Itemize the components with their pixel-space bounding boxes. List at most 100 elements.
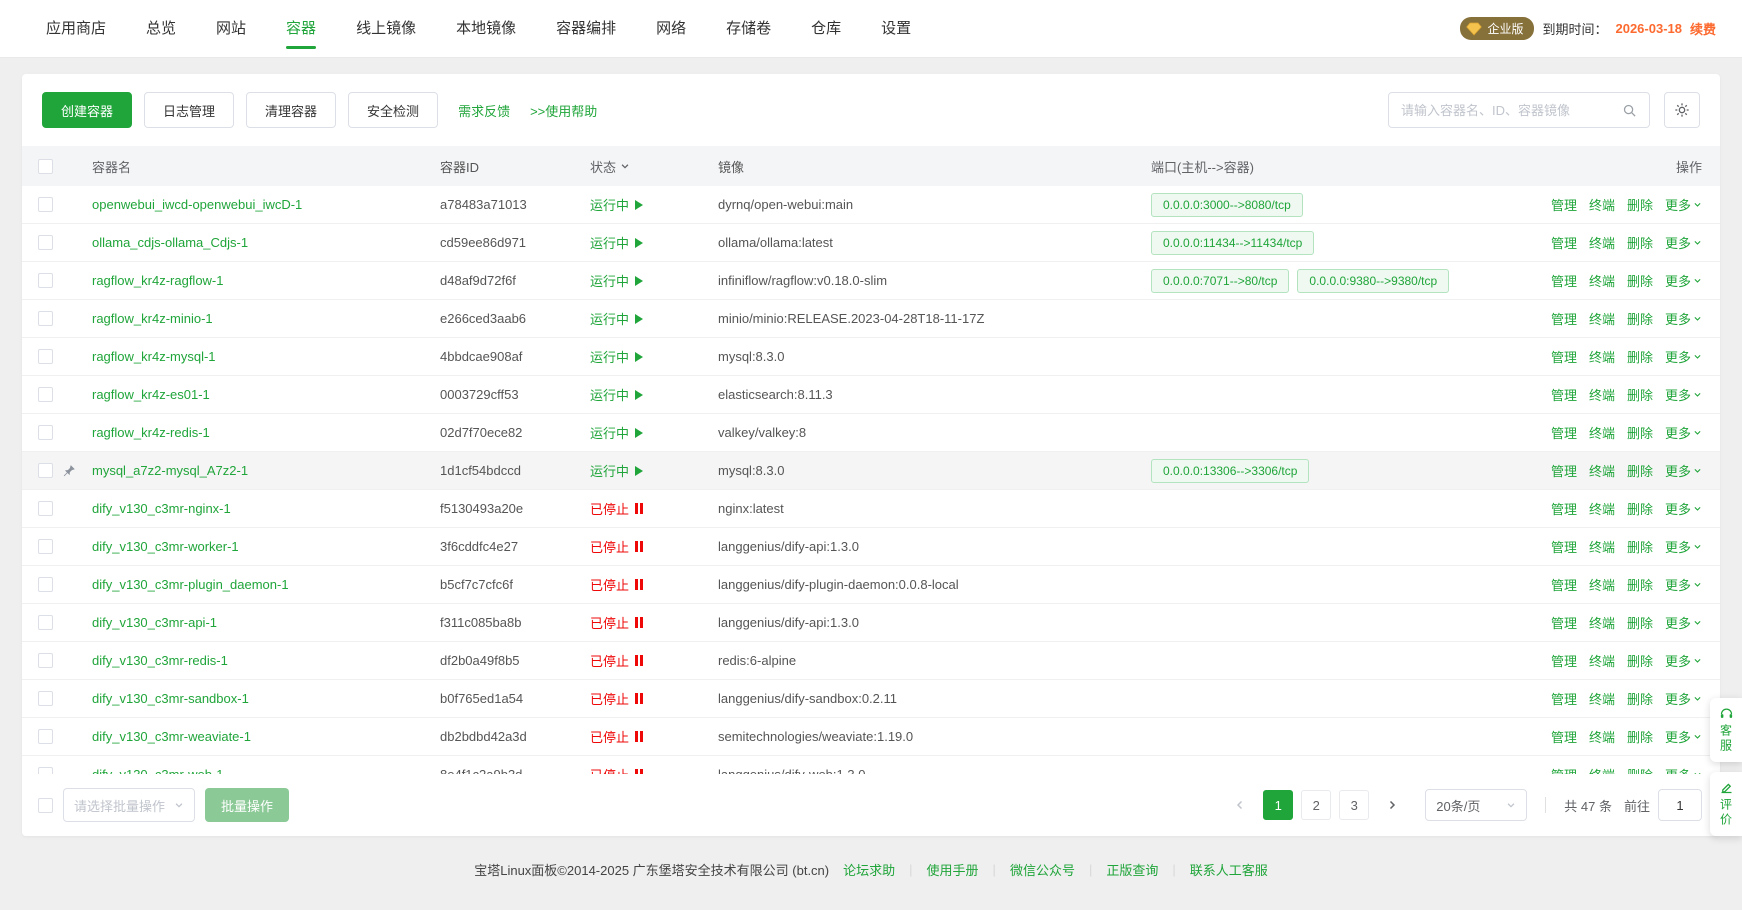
delete-link[interactable]: 删除 xyxy=(1627,461,1653,480)
more-link[interactable]: 更多 xyxy=(1665,347,1702,366)
row-checkbox[interactable] xyxy=(38,463,53,478)
nav-item-4[interactable]: 容器 xyxy=(266,0,336,58)
manage-link[interactable]: 管理 xyxy=(1551,385,1577,404)
container-name-link[interactable]: ragflow_kr4z-redis-1 xyxy=(92,425,210,440)
help-link[interactable]: >>使用帮助 xyxy=(530,101,597,120)
delete-link[interactable]: 删除 xyxy=(1627,651,1653,670)
container-name-link[interactable]: dify_v130_c3mr-web-1 xyxy=(92,767,224,774)
search-button[interactable] xyxy=(1609,93,1649,127)
manage-link[interactable]: 管理 xyxy=(1551,195,1577,214)
footer-link[interactable]: 正版查询 xyxy=(1106,860,1158,879)
delete-link[interactable]: 删除 xyxy=(1627,765,1653,774)
terminal-link[interactable]: 终端 xyxy=(1589,537,1615,556)
manage-link[interactable]: 管理 xyxy=(1551,461,1577,480)
page-button-1[interactable]: 1 xyxy=(1263,790,1293,820)
terminal-link[interactable]: 终端 xyxy=(1589,347,1615,366)
more-link[interactable]: 更多 xyxy=(1665,309,1702,328)
row-checkbox[interactable] xyxy=(38,425,53,440)
delete-link[interactable]: 删除 xyxy=(1627,271,1653,290)
nav-item-9[interactable]: 存储卷 xyxy=(706,0,791,58)
row-checkbox[interactable] xyxy=(38,691,53,706)
renew-link[interactable]: 续费 xyxy=(1690,19,1716,38)
more-link[interactable]: 更多 xyxy=(1665,613,1702,632)
terminal-link[interactable]: 终端 xyxy=(1589,727,1615,746)
container-name-link[interactable]: ragflow_kr4z-es01-1 xyxy=(92,387,210,402)
more-link[interactable]: 更多 xyxy=(1665,575,1702,594)
delete-link[interactable]: 删除 xyxy=(1627,385,1653,404)
more-link[interactable]: 更多 xyxy=(1665,195,1702,214)
container-name-link[interactable]: ragflow_kr4z-ragflow-1 xyxy=(92,273,224,288)
container-name-link[interactable]: ragflow_kr4z-minio-1 xyxy=(92,311,213,326)
review-button[interactable]: 评价 xyxy=(1710,772,1742,836)
delete-link[interactable]: 删除 xyxy=(1627,347,1653,366)
more-link[interactable]: 更多 xyxy=(1665,537,1702,556)
batch-select-all-checkbox[interactable] xyxy=(38,798,53,813)
footer-link[interactable]: 微信公众号 xyxy=(1010,860,1075,879)
terminal-link[interactable]: 终端 xyxy=(1589,765,1615,774)
nav-item-7[interactable]: 容器编排 xyxy=(536,0,636,58)
container-name-link[interactable]: ollama_cdjs-ollama_Cdjs-1 xyxy=(92,235,248,250)
footer-link[interactable]: 论坛求助 xyxy=(843,860,895,879)
terminal-link[interactable]: 终端 xyxy=(1589,461,1615,480)
page-button-2[interactable]: 2 xyxy=(1301,790,1331,820)
terminal-link[interactable]: 终端 xyxy=(1589,575,1615,594)
container-name-link[interactable]: ragflow_kr4z-mysql-1 xyxy=(92,349,216,364)
delete-link[interactable]: 删除 xyxy=(1627,613,1653,632)
feedback-link[interactable]: 需求反馈 xyxy=(458,101,510,120)
nav-item-3[interactable]: 网站 xyxy=(196,0,266,58)
manage-link[interactable]: 管理 xyxy=(1551,309,1577,328)
more-link[interactable]: 更多 xyxy=(1665,689,1702,708)
terminal-link[interactable]: 终端 xyxy=(1589,651,1615,670)
manage-link[interactable]: 管理 xyxy=(1551,233,1577,252)
batch-operation-select[interactable]: 请选择批量操作 xyxy=(63,788,195,822)
header-status-filter[interactable]: 状态 xyxy=(590,157,630,176)
container-name-link[interactable]: dify_v130_c3mr-redis-1 xyxy=(92,653,228,668)
manage-link[interactable]: 管理 xyxy=(1551,727,1577,746)
terminal-link[interactable]: 终端 xyxy=(1589,309,1615,328)
manage-link[interactable]: 管理 xyxy=(1551,271,1577,290)
container-name-link[interactable]: mysql_a7z2-mysql_A7z2-1 xyxy=(92,463,248,478)
goto-page-input[interactable] xyxy=(1658,789,1702,821)
container-name-link[interactable]: dify_v130_c3mr-plugin_daemon-1 xyxy=(92,577,289,592)
delete-link[interactable]: 删除 xyxy=(1627,195,1653,214)
manage-link[interactable]: 管理 xyxy=(1551,537,1577,556)
delete-link[interactable]: 删除 xyxy=(1627,423,1653,442)
terminal-link[interactable]: 终端 xyxy=(1589,689,1615,708)
row-checkbox[interactable] xyxy=(38,539,53,554)
container-name-link[interactable]: openwebui_iwcd-openwebui_iwcD-1 xyxy=(92,197,302,212)
row-checkbox[interactable] xyxy=(38,273,53,288)
manage-link[interactable]: 管理 xyxy=(1551,575,1577,594)
terminal-link[interactable]: 终端 xyxy=(1589,271,1615,290)
more-link[interactable]: 更多 xyxy=(1665,499,1702,518)
row-checkbox[interactable] xyxy=(38,729,53,744)
security-check-button[interactable]: 安全检测 xyxy=(348,92,438,128)
prev-page-button[interactable] xyxy=(1225,790,1255,820)
more-link[interactable]: 更多 xyxy=(1665,233,1702,252)
settings-button[interactable] xyxy=(1664,92,1700,128)
container-name-link[interactable]: dify_v130_c3mr-api-1 xyxy=(92,615,217,630)
nav-item-6[interactable]: 本地镜像 xyxy=(436,0,536,58)
manage-link[interactable]: 管理 xyxy=(1551,347,1577,366)
delete-link[interactable]: 删除 xyxy=(1627,727,1653,746)
footer-link[interactable]: 联系人工客服 xyxy=(1190,860,1268,879)
search-input[interactable] xyxy=(1389,103,1609,118)
delete-link[interactable]: 删除 xyxy=(1627,537,1653,556)
nav-item-5[interactable]: 线上镜像 xyxy=(336,0,436,58)
more-link[interactable]: 更多 xyxy=(1665,651,1702,670)
terminal-link[interactable]: 终端 xyxy=(1589,423,1615,442)
manage-link[interactable]: 管理 xyxy=(1551,689,1577,708)
log-management-button[interactable]: 日志管理 xyxy=(144,92,234,128)
terminal-link[interactable]: 终端 xyxy=(1589,385,1615,404)
terminal-link[interactable]: 终端 xyxy=(1589,613,1615,632)
delete-link[interactable]: 删除 xyxy=(1627,575,1653,594)
manage-link[interactable]: 管理 xyxy=(1551,765,1577,774)
more-link[interactable]: 更多 xyxy=(1665,271,1702,290)
create-container-button[interactable]: 创建容器 xyxy=(42,92,132,128)
manage-link[interactable]: 管理 xyxy=(1551,499,1577,518)
more-link[interactable]: 更多 xyxy=(1665,423,1702,442)
page-size-select[interactable]: 20条/页 xyxy=(1425,789,1527,821)
container-name-link[interactable]: dify_v130_c3mr-nginx-1 xyxy=(92,501,231,516)
row-checkbox[interactable] xyxy=(38,653,53,668)
row-checkbox[interactable] xyxy=(38,615,53,630)
delete-link[interactable]: 删除 xyxy=(1627,499,1653,518)
